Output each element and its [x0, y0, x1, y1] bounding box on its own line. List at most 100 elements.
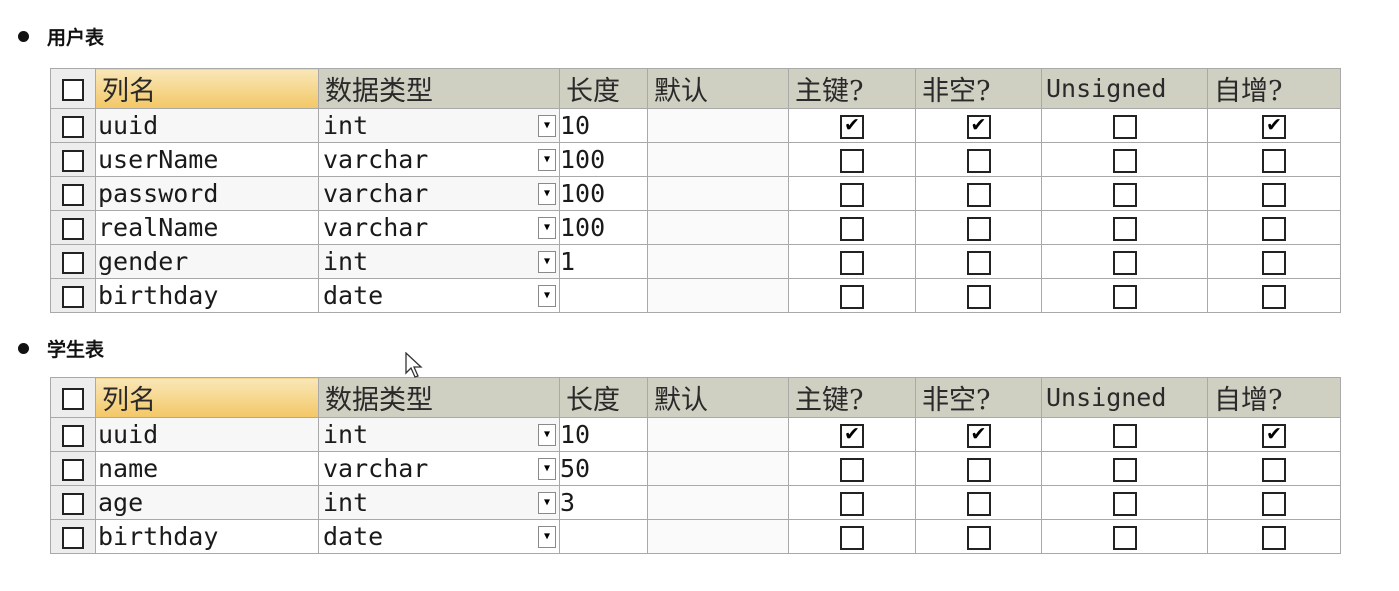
default-cell[interactable]	[647, 176, 789, 211]
not-null-cell[interactable]	[915, 485, 1042, 520]
default-cell[interactable]	[647, 417, 789, 452]
default-cell[interactable]	[647, 519, 789, 554]
chevron-down-icon[interactable]: ▼	[538, 284, 556, 307]
primary-key-cell[interactable]	[788, 244, 916, 279]
primary-key-cell[interactable]	[788, 278, 916, 313]
auto-increment-checkbox[interactable]	[1262, 526, 1286, 550]
checkbox-icon[interactable]	[62, 78, 84, 101]
not-null-cell[interactable]	[915, 210, 1042, 245]
unsigned-checkbox[interactable]	[1112, 285, 1137, 309]
not-null-cell[interactable]	[915, 244, 1042, 279]
default-cell[interactable]	[647, 210, 789, 245]
data-type-select[interactable]: date ▼	[318, 278, 560, 313]
row-select-checkbox[interactable]	[62, 527, 84, 549]
select-all-cell[interactable]	[50, 68, 96, 109]
primary-key-checkbox[interactable]	[840, 423, 864, 448]
default-cell[interactable]	[647, 485, 789, 520]
length-cell[interactable]: 100	[559, 210, 648, 245]
header-auto-increment[interactable]: 自增?	[1207, 377, 1341, 418]
auto-increment-cell[interactable]	[1207, 176, 1341, 211]
auto-increment-checkbox[interactable]	[1262, 458, 1286, 482]
auto-increment-checkbox[interactable]	[1262, 217, 1286, 241]
auto-increment-cell[interactable]	[1207, 278, 1341, 313]
not-null-checkbox[interactable]	[966, 217, 991, 241]
primary-key-checkbox[interactable]	[840, 183, 864, 207]
header-default[interactable]: 默认	[647, 377, 789, 418]
auto-increment-checkbox[interactable]	[1262, 114, 1286, 139]
primary-key-cell[interactable]	[788, 451, 916, 486]
unsigned-cell[interactable]	[1041, 176, 1208, 211]
not-null-cell[interactable]	[915, 142, 1042, 177]
data-type-select[interactable]: date ▼	[318, 519, 560, 554]
data-type-select[interactable]: int ▼	[318, 108, 560, 143]
row-select-checkbox[interactable]	[62, 286, 84, 308]
primary-key-checkbox[interactable]	[840, 492, 864, 516]
unsigned-cell[interactable]	[1041, 108, 1208, 143]
unsigned-cell[interactable]	[1041, 485, 1208, 520]
row-select-checkbox[interactable]	[62, 252, 84, 274]
header-auto-increment[interactable]: 自增?	[1207, 68, 1341, 109]
auto-increment-cell[interactable]	[1207, 519, 1341, 554]
chevron-down-icon[interactable]: ▼	[538, 216, 556, 239]
primary-key-checkbox[interactable]	[840, 251, 864, 275]
default-cell[interactable]	[647, 278, 789, 313]
column-name-cell[interactable]: birthday	[95, 519, 319, 554]
not-null-checkbox[interactable]	[966, 492, 991, 516]
column-name-cell[interactable]: realName	[95, 210, 319, 245]
unsigned-cell[interactable]	[1041, 278, 1208, 313]
primary-key-cell[interactable]	[788, 519, 916, 554]
primary-key-cell[interactable]	[788, 417, 916, 452]
column-name-cell[interactable]: uuid	[95, 108, 319, 143]
unsigned-checkbox[interactable]	[1112, 217, 1137, 241]
length-cell[interactable]: 100	[559, 142, 648, 177]
unsigned-cell[interactable]	[1041, 519, 1208, 554]
select-all-cell[interactable]	[50, 377, 96, 418]
primary-key-cell[interactable]	[788, 108, 916, 143]
column-name-cell[interactable]: birthday	[95, 278, 319, 313]
data-type-select[interactable]: int ▼	[318, 244, 560, 279]
data-type-select[interactable]: varchar ▼	[318, 142, 560, 177]
header-unsigned[interactable]: Unsigned	[1041, 377, 1208, 418]
length-cell[interactable]: 100	[559, 176, 648, 211]
row-select-checkbox[interactable]	[62, 184, 84, 206]
auto-increment-checkbox[interactable]	[1262, 492, 1286, 516]
primary-key-cell[interactable]	[788, 176, 916, 211]
row-select-cell[interactable]	[50, 417, 96, 452]
not-null-cell[interactable]	[915, 417, 1042, 452]
primary-key-checkbox[interactable]	[840, 458, 864, 482]
length-cell[interactable]: 1	[559, 244, 648, 279]
chevron-down-icon[interactable]: ▼	[538, 525, 556, 548]
unsigned-checkbox[interactable]	[1112, 492, 1137, 516]
chevron-down-icon[interactable]: ▼	[538, 491, 556, 514]
not-null-checkbox[interactable]	[966, 149, 991, 173]
checkbox-icon[interactable]	[62, 387, 84, 410]
chevron-down-icon[interactable]: ▼	[538, 250, 556, 273]
not-null-cell[interactable]	[915, 278, 1042, 313]
chevron-down-icon[interactable]: ▼	[538, 148, 556, 171]
auto-increment-cell[interactable]	[1207, 485, 1341, 520]
row-select-cell[interactable]	[50, 244, 96, 279]
chevron-down-icon[interactable]: ▼	[538, 457, 556, 480]
unsigned-checkbox[interactable]	[1112, 526, 1137, 550]
not-null-checkbox[interactable]	[966, 458, 991, 482]
not-null-cell[interactable]	[915, 451, 1042, 486]
auto-increment-cell[interactable]	[1207, 108, 1341, 143]
unsigned-cell[interactable]	[1041, 210, 1208, 245]
not-null-checkbox[interactable]	[966, 526, 991, 550]
not-null-cell[interactable]	[915, 108, 1042, 143]
row-select-checkbox[interactable]	[62, 425, 84, 447]
not-null-checkbox[interactable]	[966, 114, 991, 139]
unsigned-cell[interactable]	[1041, 244, 1208, 279]
unsigned-cell[interactable]	[1041, 417, 1208, 452]
header-primary-key[interactable]: 主键?	[788, 377, 916, 418]
auto-increment-cell[interactable]	[1207, 244, 1341, 279]
auto-increment-cell[interactable]	[1207, 142, 1341, 177]
length-cell[interactable]: 3	[559, 485, 648, 520]
header-col-name[interactable]: 列名	[95, 377, 319, 418]
data-type-select[interactable]: varchar ▼	[318, 210, 560, 245]
auto-increment-cell[interactable]	[1207, 417, 1341, 452]
row-select-cell[interactable]	[50, 142, 96, 177]
length-cell[interactable]: 10	[559, 417, 648, 452]
chevron-down-icon[interactable]: ▼	[538, 114, 556, 137]
length-cell[interactable]: 10	[559, 108, 648, 143]
